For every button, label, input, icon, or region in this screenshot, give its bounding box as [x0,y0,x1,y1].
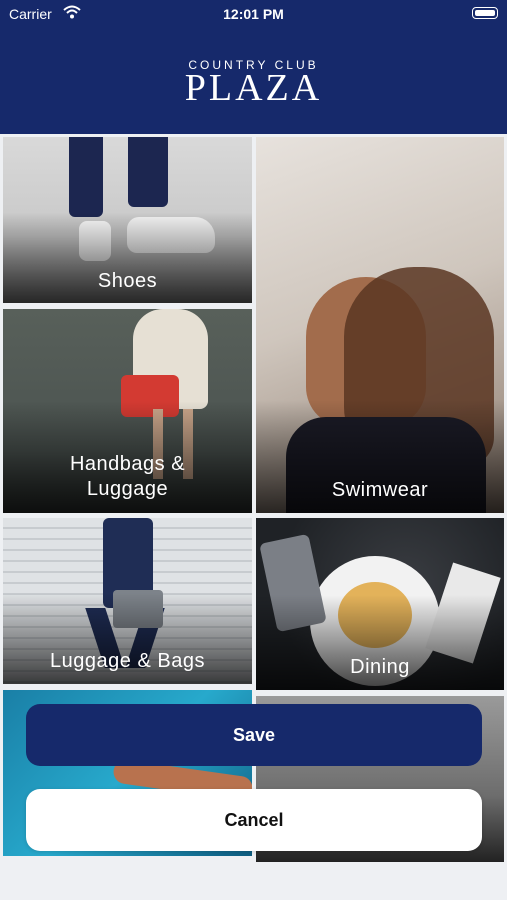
tile-label: Shoes [97,270,158,292]
tile-label: Dining [350,656,410,678]
trouser-leg [69,137,103,217]
trouser-leg [128,137,168,207]
category-tile-luggage-bags[interactable]: Luggage & Bags [3,518,252,684]
clock: 12:01 PM [223,6,284,22]
tile-label-line-1: Handbags & [69,453,186,475]
tile-label: Luggage & Bags [50,650,205,672]
category-tile-handbags-luggage[interactable]: Handbags & Luggage [3,309,252,513]
battery-icon [472,7,498,19]
save-button[interactable]: Save [26,704,482,766]
tile-label: Swimwear [331,479,429,501]
category-tile-swimwear[interactable]: Swimwear [256,137,504,513]
status-bar: Carrier 12:01 PM [0,0,507,28]
logo-title: PLAZA [184,67,323,109]
category-tile-shoes[interactable]: Shoes [3,137,252,303]
app-header: COUNTRY CLUB PLAZA [0,28,507,134]
category-tile-dining[interactable]: Dining [256,518,504,690]
tile-label-line-2: Luggage [86,478,169,500]
cancel-button[interactable]: Cancel [26,789,482,851]
